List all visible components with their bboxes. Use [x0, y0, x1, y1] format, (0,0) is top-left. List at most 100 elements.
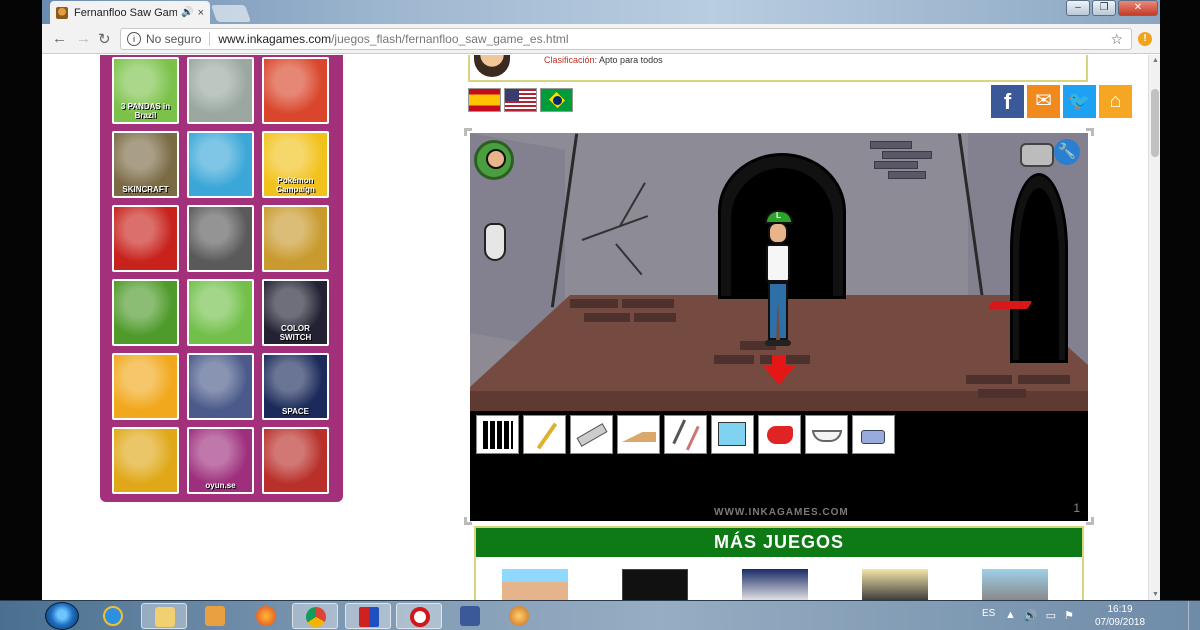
inventory-slot-pliers[interactable]	[664, 415, 707, 454]
new-tab-button[interactable]	[210, 5, 252, 22]
settings-wrench-icon[interactable]: 🔧	[1054, 139, 1080, 165]
sidebar-game-tile[interactable]	[187, 57, 254, 124]
title-bar: Fernanfloo Saw Game 🔊 × – ❐ ✕	[42, 0, 1160, 24]
jigsaw-mask-icon[interactable]	[484, 223, 506, 261]
inventory-slot-bowl[interactable]	[805, 415, 848, 454]
game-resize-corner[interactable]	[1086, 128, 1094, 136]
twitter-icon[interactable]: 🐦	[1063, 85, 1096, 118]
usa-flag-icon[interactable]	[504, 88, 537, 112]
more-game-thumb[interactable]	[622, 569, 688, 600]
scroll-up-icon[interactable]: ▲	[1152, 57, 1159, 64]
inventory-slot-crossword[interactable]	[476, 415, 519, 454]
taskbar-firefox[interactable]	[243, 603, 289, 629]
taskbar-media[interactable]	[192, 603, 238, 629]
taskbar-ie[interactable]	[90, 603, 136, 629]
sidebar-game-label: SPACE	[282, 407, 309, 416]
forward-arrow-icon[interactable]: →	[76, 30, 91, 47]
scroll-down-icon[interactable]: ▼	[1152, 591, 1159, 598]
inventory-slot-oilcan[interactable]	[852, 415, 895, 454]
rating-info: Clasificación: Apto para todos	[544, 55, 663, 65]
sidebar-game-tile[interactable]	[112, 427, 179, 494]
more-game-thumb[interactable]	[502, 569, 568, 600]
game-resize-corner[interactable]	[1086, 517, 1094, 525]
network-icon[interactable]: ▭	[1046, 609, 1056, 622]
inventory-slot-whistle[interactable]	[758, 415, 801, 454]
game-scene[interactable]: 🔧	[470, 133, 1088, 411]
camera-icon[interactable]	[1020, 143, 1054, 167]
home-icon[interactable]: ⌂	[1099, 85, 1132, 118]
sidebar-game-tile[interactable]: COLOR SWITCH	[262, 279, 329, 346]
sidebar-game-tile[interactable]	[262, 205, 329, 272]
bowl-icon	[812, 430, 842, 442]
sidebar-game-label: SKINCRAFT	[122, 185, 169, 194]
sidebar-game-tile[interactable]: 3 PANDAS in Brazil	[112, 57, 179, 124]
sidebar-game-tile[interactable]	[187, 353, 254, 420]
brazil-flag-icon[interactable]	[540, 88, 573, 112]
taskbar-opera[interactable]	[396, 603, 442, 629]
right-arrow-icon[interactable]	[987, 301, 1033, 309]
browser-tab[interactable]: Fernanfloo Saw Game 🔊 ×	[50, 1, 210, 24]
sidebar-game-tile[interactable]	[262, 57, 329, 124]
browser-window: Fernanfloo Saw Game 🔊 × – ❐ ✕ ← → ↻ i No…	[42, 0, 1160, 600]
inventory-slot-cutter[interactable]	[570, 415, 613, 454]
taskbar-facebook[interactable]	[447, 603, 493, 629]
action-center-icon[interactable]: ⚑	[1064, 609, 1074, 622]
inventory-bar: WWW.INKAGAMES.COM 1	[470, 411, 1088, 521]
taskbar-explorer[interactable]	[141, 603, 187, 629]
inventory-slot-pencil[interactable]	[523, 415, 566, 454]
mail-icon[interactable]: ✉	[1027, 85, 1060, 118]
language-indicator[interactable]: ES	[982, 608, 995, 619]
tray-expand-icon[interactable]: ▲	[1005, 609, 1016, 622]
more-game-thumb[interactable]	[862, 569, 928, 600]
clock[interactable]: 16:19 07/09/2018	[1085, 603, 1155, 629]
game-resize-corner[interactable]	[464, 128, 472, 136]
inventory-slot-wedge[interactable]	[617, 415, 660, 454]
floor-tile	[966, 375, 1012, 384]
game-watermark: WWW.INKAGAMES.COM	[714, 507, 849, 518]
tab-audio-icon[interactable]: 🔊	[181, 7, 193, 18]
game-resize-corner[interactable]	[464, 517, 472, 525]
sidebar-game-tile[interactable]	[112, 353, 179, 420]
floor-tile	[622, 299, 674, 308]
sidebar-game-tile[interactable]: SPACE	[262, 353, 329, 420]
back-arrow-icon[interactable]: ←	[52, 30, 67, 47]
inventory-slot-cloth[interactable]	[711, 415, 754, 454]
page-scrollbar[interactable]: ▲ ▼	[1148, 55, 1160, 600]
sidebar-game-tile[interactable]	[187, 131, 254, 198]
sidebar-game-tile[interactable]	[262, 427, 329, 494]
facebook-icon[interactable]: f	[991, 85, 1024, 118]
sidebar-game-tile[interactable]: Pokémon Campaign	[262, 131, 329, 198]
taskbar-app[interactable]	[345, 603, 391, 629]
close-window-button[interactable]: ✕	[1118, 0, 1158, 16]
social-links: f ✉ 🐦 ⌂	[991, 85, 1132, 118]
right-door[interactable]	[1010, 173, 1068, 363]
start-button[interactable]	[45, 602, 79, 630]
url-host: www.inkagames.com	[218, 32, 332, 46]
address-bar-input[interactable]: i No seguro www.inkagames.com/juegos_fla…	[120, 28, 1132, 50]
spain-flag-icon[interactable]	[468, 88, 501, 112]
more-game-thumb[interactable]	[742, 569, 808, 600]
hint-character-icon[interactable]	[474, 140, 514, 180]
scrollbar-thumb[interactable]	[1151, 89, 1159, 157]
sidebar-game-tile[interactable]: oyun.se	[187, 427, 254, 494]
extension-alert-icon[interactable]: !	[1138, 32, 1152, 46]
game-canvas[interactable]: 🔧	[470, 133, 1088, 521]
show-desktop-button[interactable]	[1188, 601, 1200, 630]
volume-icon[interactable]: 🔊	[1024, 609, 1038, 622]
tab-close-icon[interactable]: ×	[198, 7, 204, 19]
desktop-right-edge	[1160, 0, 1200, 600]
reload-icon[interactable]: ↻	[98, 30, 111, 48]
more-game-thumb[interactable]	[982, 569, 1048, 600]
sidebar-game-tile[interactable]	[112, 279, 179, 346]
maximize-button[interactable]: ❐	[1092, 0, 1116, 16]
sidebar-game-tile[interactable]	[187, 205, 254, 272]
taskbar-game[interactable]	[496, 603, 542, 629]
site-info-icon[interactable]: i	[127, 32, 141, 46]
sidebar-game-tile[interactable]	[187, 279, 254, 346]
sidebar-game-tile[interactable]: SKINCRAFT	[112, 131, 179, 198]
taskbar-chrome[interactable]	[292, 603, 338, 629]
bookmark-star-icon[interactable]: ☆	[1110, 31, 1123, 48]
sidebar-game-tile[interactable]	[112, 205, 179, 272]
minimize-button[interactable]: –	[1066, 0, 1090, 16]
down-arrow-icon[interactable]	[762, 355, 796, 385]
